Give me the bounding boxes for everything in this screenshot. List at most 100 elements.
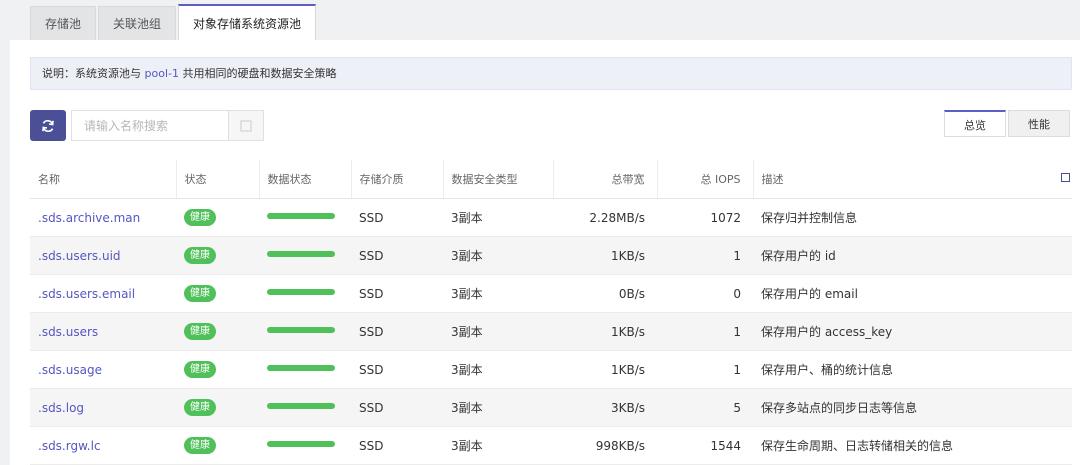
pool-table: 名称 状态 数据状态 存储介质 数据安全类型 总带宽 总 IOPS 描述 .sd… [30,160,1072,465]
safety-type-cell: 3副本 [443,236,553,275]
tab-performance[interactable]: 性能 [1008,110,1070,137]
table-row[interactable]: .sds.users 健康 SSD 3副本 1KB/s 1 保存用户的 access_key [30,312,1072,351]
status-cell: 健康 [176,274,259,313]
row-name-link[interactable]: .sds.log [30,388,176,427]
description-cell: 保存用户的 access_key [753,312,1072,351]
status-badge: 健康 [184,437,216,454]
table-row[interactable]: .sds.usage 健康 SSD 3副本 1KB/s 1 保存用户、桶的统计信息 [30,350,1072,389]
pool-link[interactable]: pool-1 [145,67,179,80]
table-body: .sds.archive.man 健康 SSD 3副本 2.28MB/s 1072 保存归并… [30,198,1072,465]
header-iops[interactable]: 总 IOPS [656,160,753,199]
iops-cell: 1 [657,236,753,275]
header-media[interactable]: 存储介质 [350,160,443,199]
iops-cell: 5 [657,388,753,427]
safety-type-cell: 3副本 [443,426,553,465]
iops-cell: 1544 [657,426,753,465]
bandwidth-cell: 3KB/s [553,388,657,427]
description-cell: 保存用户的 id [753,236,1072,275]
data-state-cell [259,388,351,427]
data-state-cell [259,426,351,465]
bandwidth-cell: 1KB/s [553,350,657,389]
row-name-link[interactable]: .sds.users [30,312,176,351]
status-cell: 健康 [176,236,259,275]
media-cell: SSD [351,312,443,351]
search-input[interactable] [71,110,229,141]
data-state-cell [259,236,351,275]
description-cell: 保存用户的 email [753,274,1072,313]
media-cell: SSD [351,274,443,313]
safety-type-cell: 3副本 [443,198,553,237]
media-cell: SSD [351,236,443,275]
safety-type-cell: 3副本 [443,312,553,351]
bandwidth-cell: 0B/s [553,274,657,313]
data-state-bar [267,364,335,371]
status-cell: 健康 [176,312,259,351]
row-name-link[interactable]: .sds.usage [30,350,176,389]
tab-storage-pool[interactable]: 存储池 [30,6,97,40]
media-cell: SSD [351,350,443,389]
header-status[interactable]: 状态 [175,160,259,199]
notice-prefix: 说明：系统资源池与 [42,67,145,80]
data-state-bar [267,440,335,447]
header-data-state[interactable]: 数据状态 [258,160,351,199]
header-safety-type[interactable]: 数据安全类型 [442,160,553,199]
status-badge: 健康 [184,209,216,226]
data-state-bar [267,402,335,409]
status-cell: 健康 [176,388,259,427]
tab-object-storage-pool[interactable]: 对象存储系统资源池 [178,4,317,41]
notice-suffix: 共用相同的硬盘和数据安全策略 [178,67,337,80]
table-row[interactable]: .sds.log 健康 SSD 3副本 3KB/s 5 保存多站点的同步日志等信息 [30,388,1072,427]
view-switcher: 总览 性能 [942,110,1070,137]
header-name[interactable]: 名称 [30,160,176,199]
status-badge: 健康 [184,323,216,340]
row-name-link[interactable]: .sds.users.uid [30,236,176,275]
data-state-cell [259,198,351,237]
data-state-bar [267,212,335,219]
row-name-link[interactable]: .sds.users.email [30,274,176,313]
status-badge: 健康 [184,399,216,416]
status-cell: 健康 [176,198,259,237]
info-notice: 说明：系统资源池与 pool-1 共用相同的硬盘和数据安全策略 [30,57,1072,90]
header-description[interactable]: 描述 [752,160,1072,199]
status-badge: 健康 [184,247,216,264]
bandwidth-cell: 1KB/s [553,312,657,351]
data-state-bar [267,326,335,333]
tab-pool-group[interactable]: 关联池组 [98,6,177,40]
search-button[interactable] [229,110,264,141]
row-name-link[interactable]: .sds.rgw.lc [30,426,176,465]
description-cell: 保存生命周期、日志转储相关的信息 [753,426,1072,465]
iops-cell: 0 [657,274,753,313]
table-header: 名称 状态 数据状态 存储介质 数据安全类型 总带宽 总 IOPS 描述 [30,160,1072,199]
safety-type-cell: 3副本 [443,274,553,313]
table-row[interactable]: .sds.archive.man 健康 SSD 3副本 2.28MB/s 1072 保存归并… [30,198,1072,237]
bandwidth-cell: 998KB/s [553,426,657,465]
data-state-bar [267,288,335,295]
data-state-cell [259,274,351,313]
status-cell: 健康 [176,350,259,389]
data-state-bar [267,250,335,257]
tab-overview[interactable]: 总览 [944,110,1006,137]
table-row[interactable]: .sds.users.email 健康 SSD 3副本 0B/s 0 保存用户的 email [30,274,1072,313]
tab-bar: 存储池 关联池组 对象存储系统资源池 [30,4,318,41]
safety-type-cell: 3副本 [443,388,553,427]
table-row[interactable]: .sds.users.uid 健康 SSD 3副本 1KB/s 1 保存用户的 id [30,236,1072,275]
refresh-button[interactable] [30,110,66,141]
refresh-icon [42,119,54,132]
bandwidth-cell: 2.28MB/s [553,198,657,237]
description-cell: 保存用户、桶的统计信息 [753,350,1072,389]
iops-cell: 1 [657,350,753,389]
header-bandwidth[interactable]: 总带宽 [552,160,657,199]
media-cell: SSD [351,426,443,465]
description-cell: 保存多站点的同步日志等信息 [753,388,1072,427]
iops-cell: 1 [657,312,753,351]
data-state-cell [259,312,351,351]
row-name-link[interactable]: .sds.archive.man [30,198,176,237]
data-state-cell [259,350,351,389]
content-panel: 说明：系统资源池与 pool-1 共用相同的硬盘和数据安全策略 总览 性能 名称… [10,40,1080,465]
iops-cell: 1072 [657,198,753,237]
table-row[interactable]: .sds.rgw.lc 健康 SSD 3副本 998KB/s 1544 保存生命周期、日志转… [30,426,1072,465]
media-cell: SSD [351,388,443,427]
search-icon [240,120,252,131]
safety-type-cell: 3副本 [443,350,553,389]
status-badge: 健康 [184,285,216,302]
